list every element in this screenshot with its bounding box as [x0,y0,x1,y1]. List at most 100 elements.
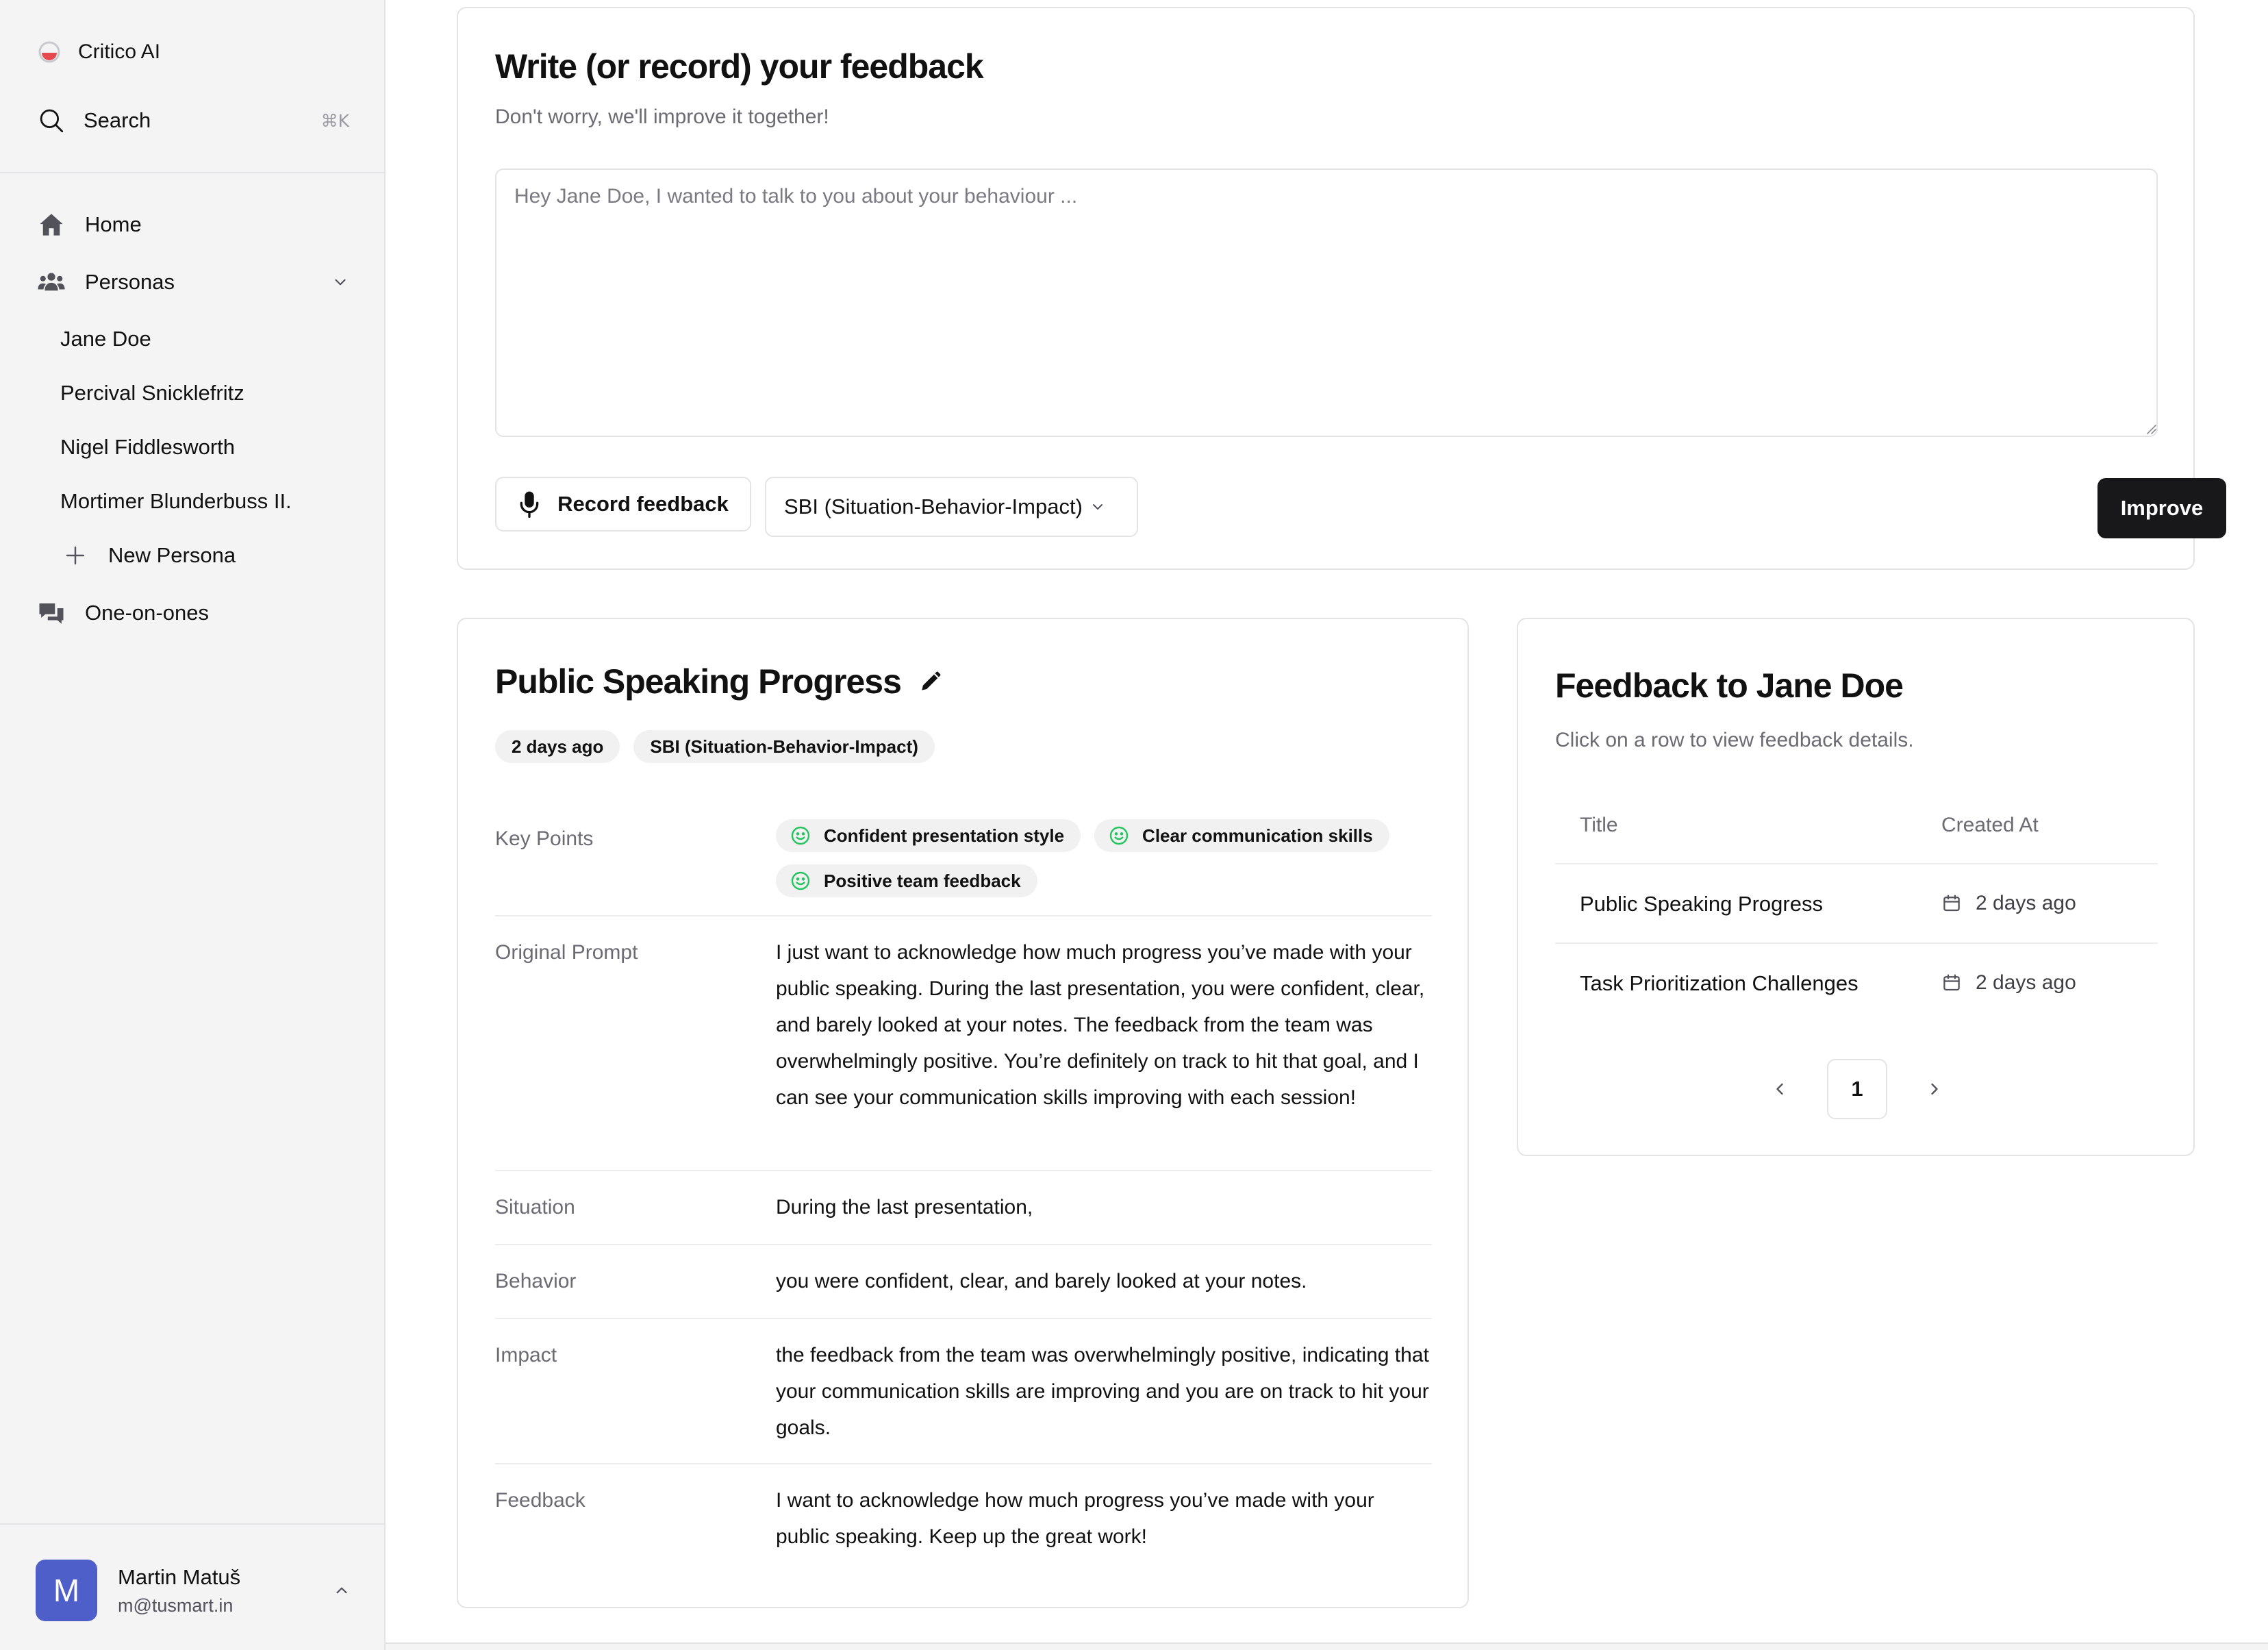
row-divider [495,1463,1432,1464]
logo-icon [38,41,60,63]
app-root: Critico AI Search ⌘K Home Personas Jane … [0,0,2268,1650]
row-divider [495,1318,1432,1319]
row-created-text: 2 days ago [1976,892,2076,914]
key-point-text: Confident presentation style [824,825,1065,846]
search-label: Search [84,108,151,132]
feedback-textarea[interactable] [495,168,2158,437]
row-label: Situation [495,1196,575,1218]
detail-badges: 2 days ago SBI (Situation-Behavior-Impac… [495,730,948,763]
impact-row: Impact the feedback from the team was ov… [495,1337,1432,1447]
user-info: Martin Matuš m@tusmart.in [118,1565,240,1616]
feedback-list-card: Feedback to Jane Doe Click on a row to v… [1517,618,2195,1156]
feedback-detail-card: Public Speaking Progress 2 days ago SBI … [457,618,1469,1608]
key-point-text: Clear communication skills [1142,825,1373,846]
row-created: 2 days ago [1941,971,2076,995]
feedback-row: Feedback I want to acknowledge how much … [495,1482,1432,1558]
smile-icon [791,871,810,890]
key-point-chip: Positive team feedback [776,864,1037,897]
persona-item[interactable]: Mortimer Blunderbuss II. [60,482,292,521]
search-icon [40,109,64,133]
sidebar-divider [0,172,386,173]
sidebar-item-personas[interactable]: Personas [37,263,349,301]
compose-subtitle: Don't worry, we'll improve it together! [495,105,829,128]
compose-card: Write (or record) your feedback Don't wo… [457,7,2226,570]
pencil-icon[interactable] [919,670,942,693]
record-feedback-button[interactable]: Record feedback [495,477,751,532]
app-name: Critico AI [78,40,161,63]
framework-badge: SBI (Situation-Behavior-Impact) [633,730,935,763]
persona-item[interactable]: Jane Doe [60,320,151,358]
users-icon [38,273,65,291]
key-point-text: Positive team feedback [824,870,1021,891]
user-divider [0,1523,386,1525]
row-created-text: 2 days ago [1976,971,2076,994]
persona-item[interactable]: Nigel Fiddlesworth [60,428,235,466]
behavior-row: Behavior you were confident, clear, and … [495,1263,1432,1304]
row-divider [495,1244,1432,1245]
original-prompt-row: Original Prompt I just want to acknowled… [495,934,1432,1153]
row-value: you were confident, clear, and barely lo… [776,1270,1307,1292]
resize-handle-icon[interactable] [2145,423,2157,435]
row-title: Public Speaking Progress [1580,892,1823,916]
page-number-button[interactable]: 1 [1827,1059,1887,1119]
row-label: Behavior [495,1270,577,1292]
table-row[interactable]: Public Speaking Progress 2 days ago [1555,864,2158,942]
record-feedback-label: Record feedback [557,492,729,516]
calendar-icon [1943,974,1960,991]
row-label: Impact [495,1344,557,1366]
home-icon [40,214,63,236]
sidebar-item-one-on-ones-label: One-on-ones [85,601,209,625]
chevron-up-icon[interactable] [333,1582,351,1599]
feedback-list-subtitle: Click on a row to view feedback details. [1555,729,1914,751]
row-value: I just want to acknowledge how much prog… [776,941,1425,1109]
search-button[interactable]: Search ⌘K [37,104,349,137]
new-persona-label: New Persona [108,543,236,567]
improve-button[interactable]: Improve [2097,478,2226,538]
avatar: M [36,1560,97,1621]
brand[interactable]: Critico AI [37,36,160,68]
chevron-left-icon[interactable] [1770,1079,1789,1099]
sidebar: Critico AI Search ⌘K Home Personas Jane … [0,0,386,1650]
key-points-list: Confident presentation style Clear commu… [776,819,1432,910]
row-label: Feedback [495,1489,585,1512]
key-points-row: Key Points Confident presentation style … [495,819,1432,897]
key-point-chip: Confident presentation style [776,819,1081,852]
column-header-created-at[interactable]: Created At [1941,814,2039,837]
row-divider [495,1170,1432,1171]
row-divider [495,915,1432,916]
chevron-right-icon[interactable] [1925,1079,1944,1099]
user-email: m@tusmart.in [118,1595,234,1616]
detail-title-row: Public Speaking Progress [495,662,942,701]
chevron-down-icon [1092,504,1102,510]
column-header-title[interactable]: Title [1580,814,1618,837]
framework-select[interactable]: SBI (Situation-Behavior-Impact) [765,477,1138,537]
user-menu[interactable]: M Martin Matuš m@tusmart.in [36,1559,351,1622]
framework-select-value: SBI (Situation-Behavior-Impact) [784,495,1083,518]
key-points-label: Key Points [495,827,594,850]
row-value: the feedback from the team was overwhelm… [776,1344,1429,1439]
persona-item[interactable]: Percival Snicklefritz [60,374,244,412]
pagination: 1 [1518,1059,2196,1119]
smile-icon [791,826,810,845]
sidebar-item-one-on-ones[interactable]: One-on-ones [37,594,349,632]
calendar-icon [1943,895,1960,912]
chat-icon [39,603,64,624]
sidebar-item-home[interactable]: Home [37,205,349,244]
row-value: I want to acknowledge how much progress … [776,1489,1374,1548]
new-persona-button[interactable]: New Persona [63,536,236,575]
microphone-icon [520,491,539,518]
sidebar-item-personas-label: Personas [85,270,175,294]
table-row[interactable]: Task Prioritization Challenges 2 days ag… [1555,944,2158,1022]
row-value: During the last presentation, [776,1196,1033,1218]
date-badge: 2 days ago [495,730,620,763]
plus-icon [66,546,85,565]
key-point-chip: Clear communication skills [1094,819,1389,852]
smile-icon [1109,826,1129,845]
feedback-list-title: Feedback to Jane Doe [1555,666,1904,705]
compose-title: Write (or record) your feedback [495,47,984,86]
chevron-down-icon[interactable] [331,273,349,291]
sidebar-item-home-label: Home [85,212,142,236]
main-panel: Write (or record) your feedback Don't wo… [386,0,2268,1644]
row-title: Task Prioritization Challenges [1580,971,1859,995]
situation-row: Situation During the last presentation, [495,1189,1432,1230]
